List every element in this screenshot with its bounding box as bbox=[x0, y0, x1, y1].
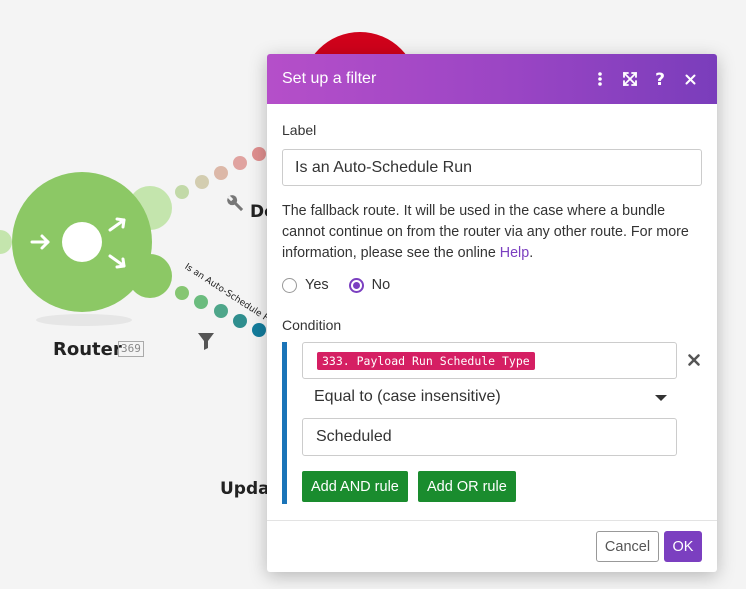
expand-icon[interactable] bbox=[618, 67, 642, 91]
operand2-input[interactable]: Scheduled bbox=[302, 418, 677, 456]
radio-no[interactable] bbox=[348, 277, 364, 293]
condition-heading: Condition bbox=[282, 317, 342, 333]
filter-icon[interactable] bbox=[198, 333, 214, 350]
fallback-no-option[interactable]: No bbox=[348, 277, 391, 293]
router-count-badge: 369 bbox=[118, 341, 144, 357]
router-left-handle[interactable] bbox=[0, 230, 12, 254]
route-top-dots bbox=[175, 147, 266, 199]
condition-group: 333. Payload Run Schedule Type Equal to … bbox=[282, 342, 702, 504]
filter-dialog: Set up a filter ? Label Is an Auto-Sched… bbox=[267, 54, 717, 572]
close-icon[interactable] bbox=[678, 67, 702, 91]
cancel-button[interactable]: Cancel bbox=[596, 531, 659, 562]
condition-bar bbox=[282, 342, 287, 504]
operand1-pill[interactable]: 333. Payload Run Schedule Type bbox=[317, 351, 535, 370]
fallback-text: The fallback route. It will be used in t… bbox=[282, 203, 689, 261]
fallback-description: The fallback route. It will be used in t… bbox=[282, 201, 702, 264]
label-input-value: Is an Auto-Schedule Run bbox=[295, 158, 473, 176]
ok-button[interactable]: OK bbox=[664, 531, 702, 562]
fallback-yes-option[interactable]: Yes bbox=[282, 277, 329, 293]
fallback-radio-group: Yes No bbox=[282, 277, 702, 293]
dialog-body: Label Is an Auto-Schedule Run The fallba… bbox=[267, 104, 717, 504]
help-icon[interactable]: ? bbox=[648, 67, 672, 91]
dialog-header: Set up a filter ? bbox=[267, 54, 717, 104]
radio-yes[interactable] bbox=[282, 277, 297, 293]
add-or-rule-button[interactable]: Add OR rule bbox=[418, 471, 516, 502]
dialog-footer: Cancel OK bbox=[267, 520, 717, 572]
fallback-end: . bbox=[529, 245, 534, 261]
wrench-icon[interactable] bbox=[225, 193, 246, 214]
operator-select[interactable]: Equal to (case insensitive) bbox=[302, 382, 677, 412]
radio-yes-label: Yes bbox=[305, 277, 329, 293]
router-label: Router bbox=[53, 339, 122, 360]
label-input[interactable]: Is an Auto-Schedule Run bbox=[282, 149, 702, 186]
more-vertical-icon[interactable] bbox=[588, 67, 612, 91]
chevron-down-icon bbox=[655, 395, 667, 401]
operator-value: Equal to (case insensitive) bbox=[314, 388, 501, 405]
svg-text:?: ? bbox=[655, 70, 665, 88]
remove-condition-icon[interactable] bbox=[685, 351, 703, 369]
radio-no-label: No bbox=[371, 277, 391, 293]
label-heading: Label bbox=[282, 122, 317, 138]
operand2-value: Scheduled bbox=[316, 428, 392, 445]
help-link[interactable]: Help bbox=[500, 245, 529, 261]
dialog-title: Set up a filter bbox=[282, 70, 377, 87]
operand1-input[interactable]: 333. Payload Run Schedule Type bbox=[302, 342, 677, 379]
add-and-rule-button[interactable]: Add AND rule bbox=[302, 471, 408, 502]
